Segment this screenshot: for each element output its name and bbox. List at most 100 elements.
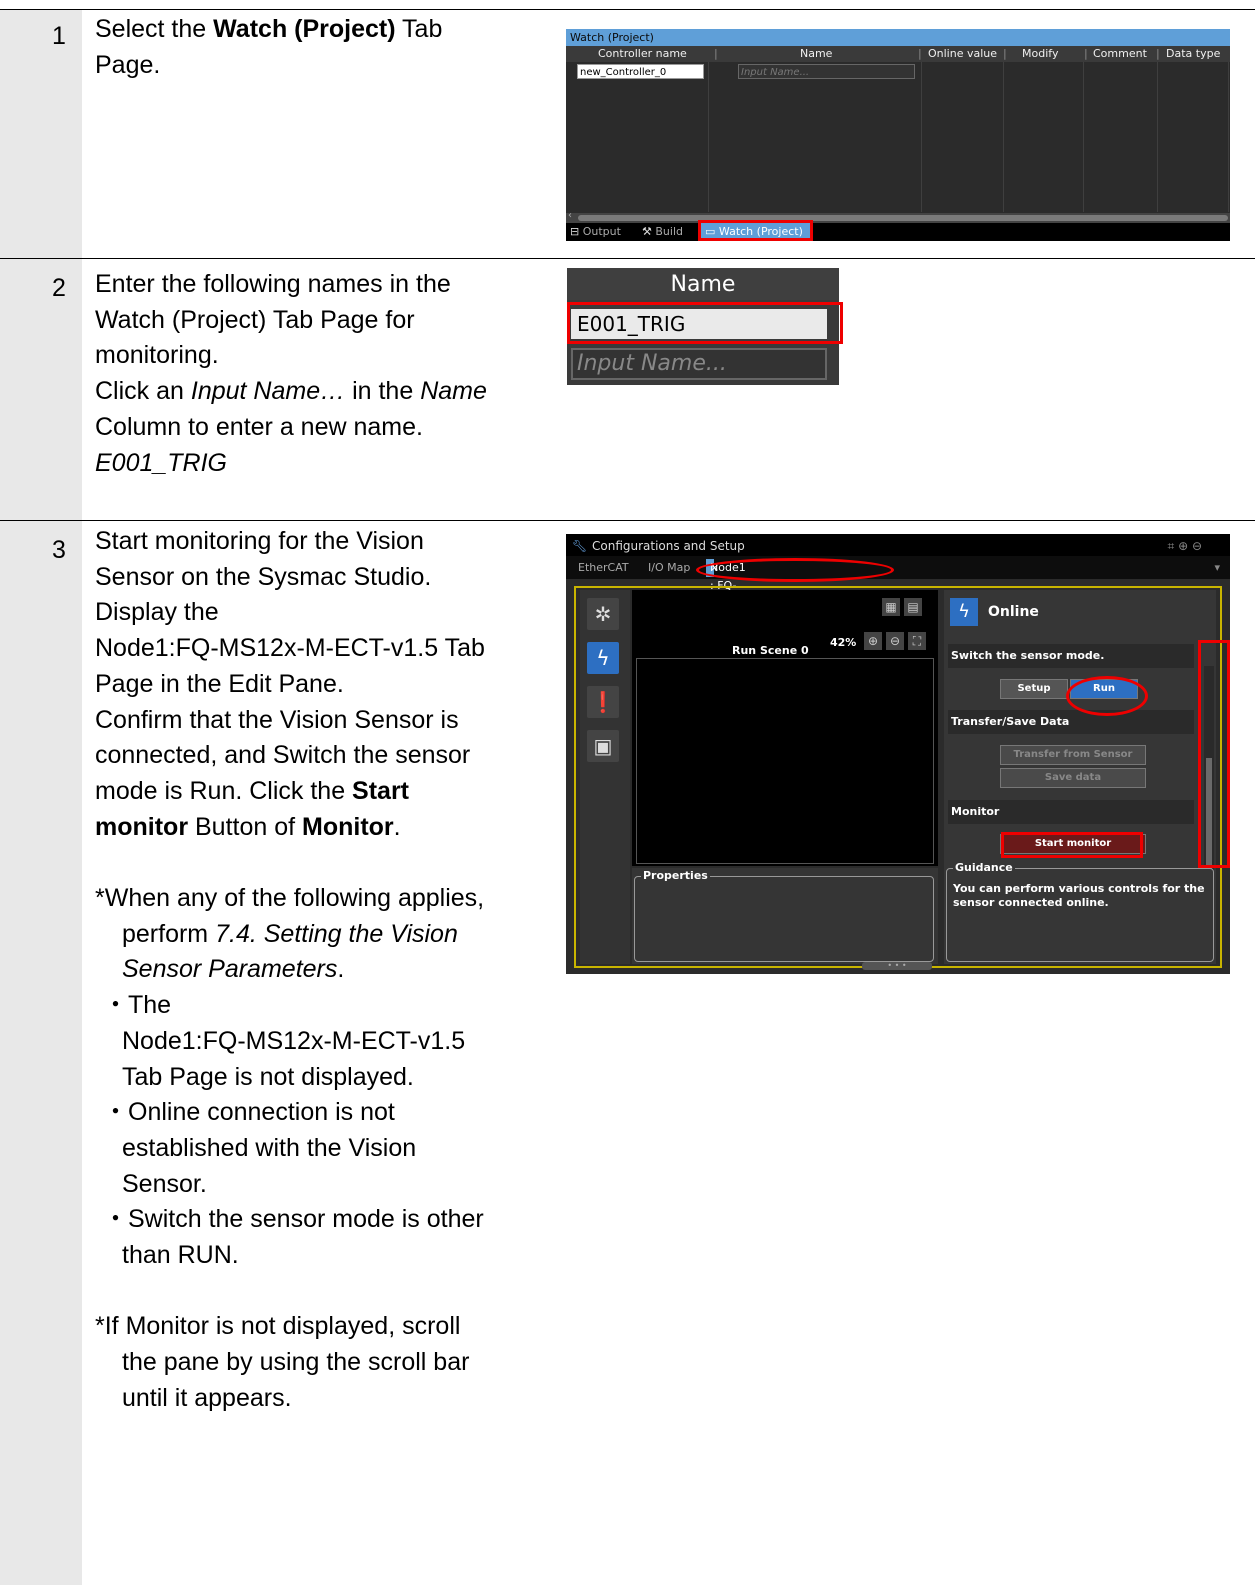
- highlight-scrollbar: [1198, 640, 1230, 868]
- switch-mode-section: Switch the sensor mode.: [948, 644, 1194, 668]
- transfer-from-sensor-button[interactable]: Transfer from Sensor: [1000, 745, 1146, 765]
- tab-ethercat[interactable]: EtherCAT: [578, 556, 629, 579]
- properties-panel: Properties: [632, 868, 938, 964]
- step3-bullet: ・Online connection is not: [103, 1098, 395, 1127]
- tab-build[interactable]: ⚒ Build: [642, 223, 698, 241]
- scroll-left-icon[interactable]: ‹: [568, 210, 572, 221]
- config-title-bar: 🔧︎ Configurations and Setup ⌗ ⊕ ⊖: [566, 534, 1230, 556]
- zoom-out-icon[interactable]: ⊖: [886, 632, 904, 650]
- step-number: 3: [52, 536, 66, 564]
- settings-gear-icon[interactable]: ✲: [587, 598, 619, 630]
- guidance-label: Guidance: [953, 861, 1015, 874]
- step3-bullet: Sensor.: [122, 1169, 207, 1198]
- step2-line: monitoring.: [95, 341, 219, 370]
- save-data-button[interactable]: Save data: [1000, 768, 1146, 788]
- step3-line: Sensor on the Sysmac Studio.: [95, 562, 432, 591]
- step3-bullet: established with the Vision: [122, 1133, 417, 1162]
- step3-note1-italic: 7.4. Setting the Vision: [215, 919, 458, 948]
- column-line: [1228, 62, 1229, 212]
- step2-line: Enter the following names in the: [95, 270, 451, 298]
- step2-line: Watch (Project) Tab Page for: [95, 305, 415, 334]
- toolbox-icon[interactable]: ▣: [587, 730, 619, 762]
- tab-output[interactable]: ⊟ Output: [570, 223, 636, 241]
- configurations-screenshot: 🔧︎ Configurations and Setup ⌗ ⊕ ⊖ EtherC…: [566, 534, 1230, 974]
- online-lightning-icon[interactable]: ϟ: [587, 642, 619, 674]
- highlight-watch-tab: [698, 220, 813, 241]
- step1-text-post: Tab: [395, 15, 443, 43]
- step3-bullet: Tab Page is not displayed.: [122, 1062, 414, 1091]
- column-line: [921, 62, 922, 212]
- guidance-group: Guidance You can perform various control…: [946, 861, 1214, 962]
- step3-bullet: Node1:FQ-MS12x-M-ECT-v1.5: [122, 1026, 466, 1055]
- watch-project-screenshot: Watch (Project) Controller name | Name |…: [566, 29, 1230, 241]
- column-header[interactable]: Controller name: [598, 46, 687, 62]
- window-zoom-icons[interactable]: ⌗ ⊕ ⊖: [1168, 534, 1203, 558]
- name-input-placeholder[interactable]: Input Name...: [571, 348, 827, 380]
- display-icon[interactable]: ▤: [904, 598, 922, 616]
- column-header[interactable]: Modify: [1022, 46, 1058, 62]
- fit-icon[interactable]: ⛶: [908, 632, 926, 650]
- tab-label: Build: [655, 225, 683, 238]
- column-separator: |: [1084, 47, 1088, 60]
- config-title: Configurations and Setup: [592, 539, 745, 553]
- image-canvas: [636, 658, 934, 864]
- step3-line8-pre: mode is Run. Click the: [95, 776, 353, 805]
- column-line: [1083, 62, 1084, 212]
- column-separator: |: [918, 47, 922, 60]
- column-line: [708, 62, 709, 212]
- step1-text-bold: Watch (Project): [213, 15, 396, 43]
- step3-note2: until it appears.: [122, 1383, 292, 1412]
- step3-line9-bold: monitor: [95, 812, 189, 841]
- guidance-text: You can perform various controls for the…: [953, 882, 1205, 909]
- step-number-cell: [0, 521, 82, 1585]
- step2-click-mid: in the: [345, 377, 421, 406]
- column-header[interactable]: Data type: [1166, 46, 1220, 62]
- online-title: Online: [988, 604, 1039, 620]
- transfer-section: Transfer/Save Data: [948, 710, 1194, 734]
- tab-dropdown-icon[interactable]: ▾: [1214, 556, 1220, 579]
- properties-group: Properties: [634, 869, 934, 962]
- column-header[interactable]: Comment: [1093, 46, 1147, 62]
- controller-name-cell[interactable]: new_Controller_0: [577, 64, 704, 79]
- column-line: [1157, 62, 1158, 212]
- config-tab-bar: EtherCAT I/O Map Node1 : FQ-MS12x-M-ECT-…: [566, 556, 1230, 646]
- step3-note1-italic: Sensor Parameters: [122, 955, 338, 984]
- name-column-header: Name: [567, 268, 839, 300]
- bottom-tab-bar: ⊟ Output ⚒ Build ▭ Watch (Project): [566, 223, 1230, 241]
- highlight-start-monitor: [1001, 832, 1143, 858]
- step1-text-line: Page.: [95, 50, 161, 79]
- column-line: [1003, 62, 1004, 212]
- step-number: 2: [52, 274, 66, 302]
- highlight-run-button: [1066, 676, 1148, 716]
- setup-button[interactable]: Setup: [1000, 679, 1068, 699]
- build-icon: ⚒: [642, 225, 652, 238]
- name-entry-screenshot: Name E001_TRIG Input Name...: [567, 268, 843, 385]
- horizontal-scrollbar[interactable]: ‹: [566, 210, 1230, 223]
- step3-line: Node1:FQ-MS12x-M-ECT-v1.5 Tab: [95, 634, 485, 663]
- step3-line: connected, and Switch the sensor: [95, 741, 471, 770]
- step3-bullet: than RUN.: [122, 1241, 239, 1270]
- properties-label: Properties: [641, 869, 710, 882]
- column-header[interactable]: Online value: [928, 46, 997, 62]
- step-number: 1: [52, 22, 66, 50]
- step3-note1: *When any of the following applies,: [95, 884, 485, 913]
- step2-text: Enter the following names in the Watch (…: [95, 267, 487, 481]
- step3-line9-mid: Button of: [188, 812, 303, 841]
- row-divider: [0, 258, 1255, 259]
- scrollbar-thumb[interactable]: [578, 215, 1228, 221]
- tab-io-map[interactable]: I/O Map: [648, 556, 690, 579]
- column-header[interactable]: Name: [800, 46, 832, 62]
- pane-splitter-handle[interactable]: • • •: [862, 962, 932, 970]
- step3-line8-bold: Start: [352, 776, 410, 805]
- step1-text-pre: Select the: [95, 15, 214, 43]
- name-input[interactable]: Input Name...: [738, 64, 915, 79]
- alert-icon[interactable]: ❗: [587, 686, 619, 718]
- zoom-in-icon[interactable]: ⊕: [864, 632, 882, 650]
- column-separator: |: [1156, 47, 1160, 60]
- grid-icon[interactable]: ▦: [882, 598, 900, 616]
- step3-note1-post: .: [337, 955, 345, 984]
- highlight-name-value: [567, 302, 843, 344]
- step3-bullet: ・Switch the sensor mode is other: [103, 1205, 484, 1234]
- step2-click-pre: Click an: [95, 377, 191, 406]
- output-icon: ⊟: [570, 225, 580, 238]
